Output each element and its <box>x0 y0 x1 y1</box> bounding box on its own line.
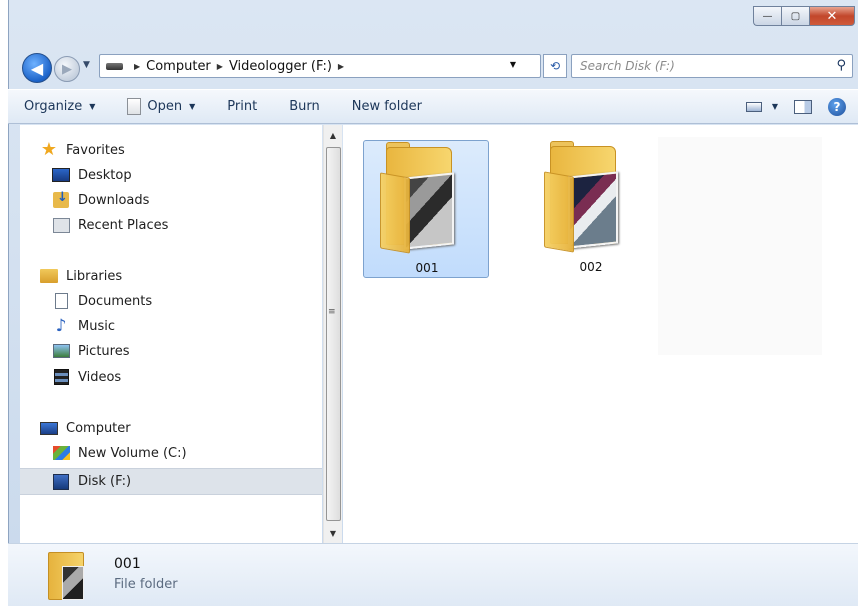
window-controls: — ▢ ✕ <box>753 6 855 26</box>
folder-name: 002 <box>579 260 603 274</box>
search-box[interactable]: ⚲ <box>571 54 853 78</box>
new-folder-button[interactable]: New folder <box>336 90 438 123</box>
chevron-down-icon: ▼ <box>89 102 96 111</box>
breadcrumb-separator-icon[interactable]: ▶ <box>217 62 223 71</box>
change-view-button[interactable]: ▼ <box>745 101 778 112</box>
recent-places-icon <box>52 216 70 234</box>
burn-button[interactable]: Burn <box>273 90 336 123</box>
details-item-type: File folder <box>114 577 178 592</box>
nav-computer-label: Computer <box>66 420 131 436</box>
folder-name: 001 <box>415 261 439 275</box>
folder-item[interactable]: 001 <box>363 140 489 278</box>
grip-icon: ≡ <box>328 307 336 317</box>
nav-item-new-volume-c[interactable]: New Volume (C:) <box>52 441 187 465</box>
nav-item-pictures[interactable]: Pictures <box>52 339 129 363</box>
chevron-down-icon: ▼ <box>189 102 196 111</box>
file-list: 001 002 <box>343 125 858 543</box>
documents-icon <box>52 292 70 310</box>
close-button[interactable]: ✕ <box>809 6 855 26</box>
print-label: Print <box>227 99 258 114</box>
nav-item-label: Videos <box>78 369 122 385</box>
nav-item-label: Documents <box>78 293 153 309</box>
folder-icon <box>380 142 470 255</box>
nav-item-label: Recent Places <box>78 217 169 233</box>
pictures-icon <box>52 342 70 360</box>
computer-icon <box>40 419 58 437</box>
organize-button[interactable]: Organize ▼ <box>8 90 111 123</box>
downloads-icon <box>52 190 70 209</box>
chevron-down-icon[interactable]: ▼ <box>772 102 778 111</box>
help-button[interactable]: ? <box>828 97 846 116</box>
preview-pane-icon <box>794 99 812 114</box>
nav-item-desktop[interactable]: Desktop <box>52 163 132 187</box>
videos-icon <box>52 368 70 386</box>
nav-computer[interactable]: Computer <box>40 416 131 440</box>
views-icon <box>745 101 762 112</box>
refresh-button[interactable]: ⟲ <box>543 54 567 78</box>
forward-arrow-icon: ▶ <box>62 61 72 77</box>
drive-c-icon <box>52 444 70 462</box>
back-button[interactable]: ◀ <box>22 53 52 83</box>
details-item-name: 001 <box>114 556 141 572</box>
refresh-icon: ⟲ <box>549 59 561 73</box>
open-button[interactable]: Open ▼ <box>111 90 211 123</box>
nav-item-recent-places[interactable]: Recent Places <box>52 213 168 237</box>
nav-item-label: Disk (F:) <box>78 474 132 489</box>
toolbar-right: ▼ ? <box>730 90 846 123</box>
nav-libraries-label: Libraries <box>66 268 123 284</box>
recent-pages-dropdown-icon[interactable]: ▼ <box>83 60 90 70</box>
open-label: Open <box>147 99 183 114</box>
maximize-button[interactable]: ▢ <box>781 6 809 26</box>
nav-item-label: New Volume (C:) <box>78 445 187 461</box>
title-bar[interactable]: — ▢ ✕ <box>9 0 858 44</box>
forward-button[interactable]: ▶ <box>54 56 80 82</box>
nav-item-label: Pictures <box>78 343 130 359</box>
folder-item[interactable]: 002 <box>528 140 654 278</box>
breadcrumb-computer[interactable]: Computer <box>146 59 211 74</box>
burn-label: Burn <box>289 99 320 114</box>
organize-label: Organize <box>24 99 83 114</box>
new-folder-label: New folder <box>351 99 422 114</box>
nav-item-music[interactable]: ♪ Music <box>52 314 115 338</box>
nav-item-disk-f[interactable]: Disk (F:) <box>20 468 322 495</box>
drive-icon <box>106 62 123 70</box>
nav-libraries[interactable]: Libraries <box>40 264 122 288</box>
star-icon: ★ <box>40 139 58 160</box>
nav-item-videos[interactable]: Videos <box>52 365 121 389</box>
breadcrumb-videologger[interactable]: Videologger (F:) <box>229 59 332 74</box>
address-bar[interactable]: ▶ Computer ▶ Videologger (F:) ▶ ▼ <box>99 54 541 78</box>
nav-item-downloads[interactable]: Downloads <box>52 188 149 212</box>
music-icon: ♪ <box>55 316 67 336</box>
scrollbar-thumb[interactable] <box>326 147 341 521</box>
breadcrumb-separator-icon[interactable]: ▶ <box>134 62 140 71</box>
search-input[interactable] <box>572 55 822 77</box>
nav-item-label: Desktop <box>78 167 132 183</box>
search-icon[interactable]: ⚲ <box>836 58 846 73</box>
nav-item-documents[interactable]: Documents <box>52 289 152 313</box>
minimize-button[interactable]: — <box>753 6 781 26</box>
empty-area <box>658 137 822 355</box>
disk-icon <box>52 473 70 491</box>
folder-icon <box>544 141 634 254</box>
details-pane: 001 File folder <box>8 543 858 606</box>
nav-favorites[interactable]: ★ Favorites <box>40 138 125 162</box>
desktop-icon <box>52 166 70 184</box>
nav-item-label: Music <box>78 318 115 334</box>
breadcrumb-separator-icon[interactable]: ▶ <box>338 62 344 71</box>
print-button[interactable]: Print <box>211 90 273 123</box>
open-icon <box>127 98 142 115</box>
nav-item-label: Downloads <box>78 192 150 208</box>
navigation-pane: ★ Favorites Desktop Downloads Recent Pla… <box>20 125 322 543</box>
help-icon: ? <box>828 97 846 116</box>
nav-pane-scrollbar[interactable]: ▲ ≡ ▼ <box>323 125 342 543</box>
libraries-icon <box>40 267 58 285</box>
nav-favorites-label: Favorites <box>66 142 125 158</box>
scroll-up-icon[interactable]: ▲ <box>324 127 342 143</box>
back-arrow-icon: ◀ <box>30 58 44 78</box>
command-bar: Organize ▼ Open ▼ Print Burn New folder … <box>8 89 858 124</box>
folder-thumbnail-icon <box>48 550 92 602</box>
scroll-down-icon[interactable]: ▼ <box>324 525 342 541</box>
preview-pane-button[interactable] <box>794 99 812 114</box>
address-history-dropdown-icon[interactable]: ▼ <box>510 60 516 69</box>
